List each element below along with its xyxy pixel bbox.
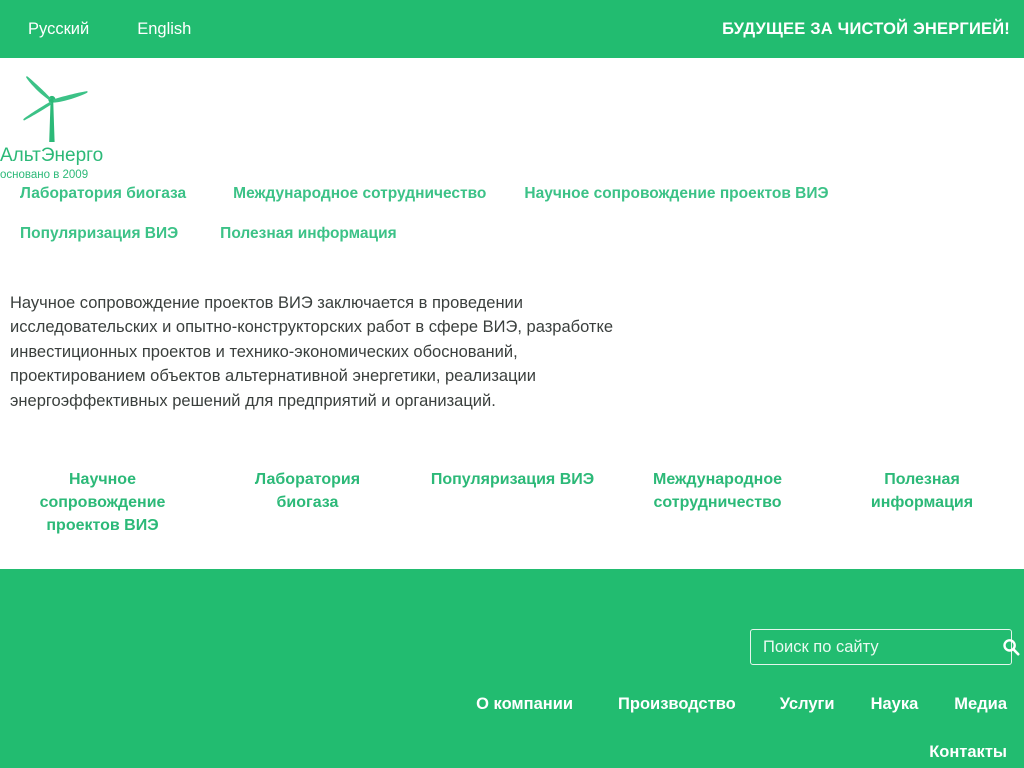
top-bar: Русский English БУДУЩЕЕ ЗА ЧИСТОЙ ЭНЕРГИ…	[0, 0, 1024, 58]
page-root: Русский English БУДУЩЕЕ ЗА ЧИСТОЙ ЭНЕРГИ…	[0, 0, 1024, 768]
site-search[interactable]	[750, 629, 1020, 665]
search-button[interactable]	[991, 630, 1024, 664]
nav-item-useful-information[interactable]: Полезная информация	[220, 225, 397, 242]
footer-nav-science[interactable]: Наука	[871, 695, 919, 715]
card-link-international-cooperation[interactable]: Международное сотрудничество	[615, 468, 820, 514]
footer-nav-services[interactable]: Услуги	[780, 695, 835, 715]
card-link-scientific-support[interactable]: Научное сопровождение проектов ВИЭ	[0, 468, 205, 537]
language-switcher: Русский English	[28, 21, 191, 38]
search-input[interactable]	[751, 630, 991, 664]
card-link-useful-information[interactable]: Полезная информация	[820, 468, 1024, 514]
footer-nav-contacts[interactable]: Контакты	[929, 743, 1007, 763]
search-icon	[1003, 639, 1020, 656]
nav-item-international-cooperation[interactable]: Международное сотрудничество	[233, 186, 486, 202]
footer-navigation: О компании Производство Услуги Наука Мед…	[0, 695, 1007, 763]
card-link-res-popularization[interactable]: Популяризация ВИЭ	[410, 468, 615, 491]
logo-tagline: основано в 2009	[0, 169, 89, 181]
article-paragraph: Научное сопровождение проектов ВИЭ заклю…	[10, 294, 614, 410]
logo-company-name: АльтЭнерго	[0, 145, 104, 166]
card-link-biogas-lab[interactable]: Лаборатория биогаза	[205, 468, 410, 514]
site-slogan: БУДУЩЕЕ ЗА ЧИСТОЙ ЭНЕРГИЕЙ!	[722, 19, 1010, 38]
nav-item-scientific-support[interactable]: Научное сопровождение проектов ВИЭ	[524, 186, 828, 202]
nav-item-biogas-lab[interactable]: Лаборатория биогаза	[20, 186, 186, 202]
footer-nav-about[interactable]: О компании	[476, 695, 573, 715]
footer-nav-production[interactable]: Производство	[618, 695, 736, 715]
wind-turbine-icon	[23, 76, 88, 142]
site-logo[interactable]: АльтЭнерго основано в 2009	[0, 72, 180, 182]
lang-link-english[interactable]: English	[137, 21, 191, 38]
lang-link-russian[interactable]: Русский	[28, 21, 89, 38]
footer-nav-media[interactable]: Медиа	[954, 695, 1007, 715]
nav-item-res-popularization[interactable]: Популяризация ВИЭ	[20, 225, 178, 242]
article-body: Научное сопровождение проектов ВИЭ заклю…	[10, 291, 650, 413]
main-navigation: Лаборатория биогаза Международное сотруд…	[20, 186, 1000, 241]
section-links-row: Научное сопровождение проектов ВИЭ Лабор…	[0, 468, 1024, 537]
